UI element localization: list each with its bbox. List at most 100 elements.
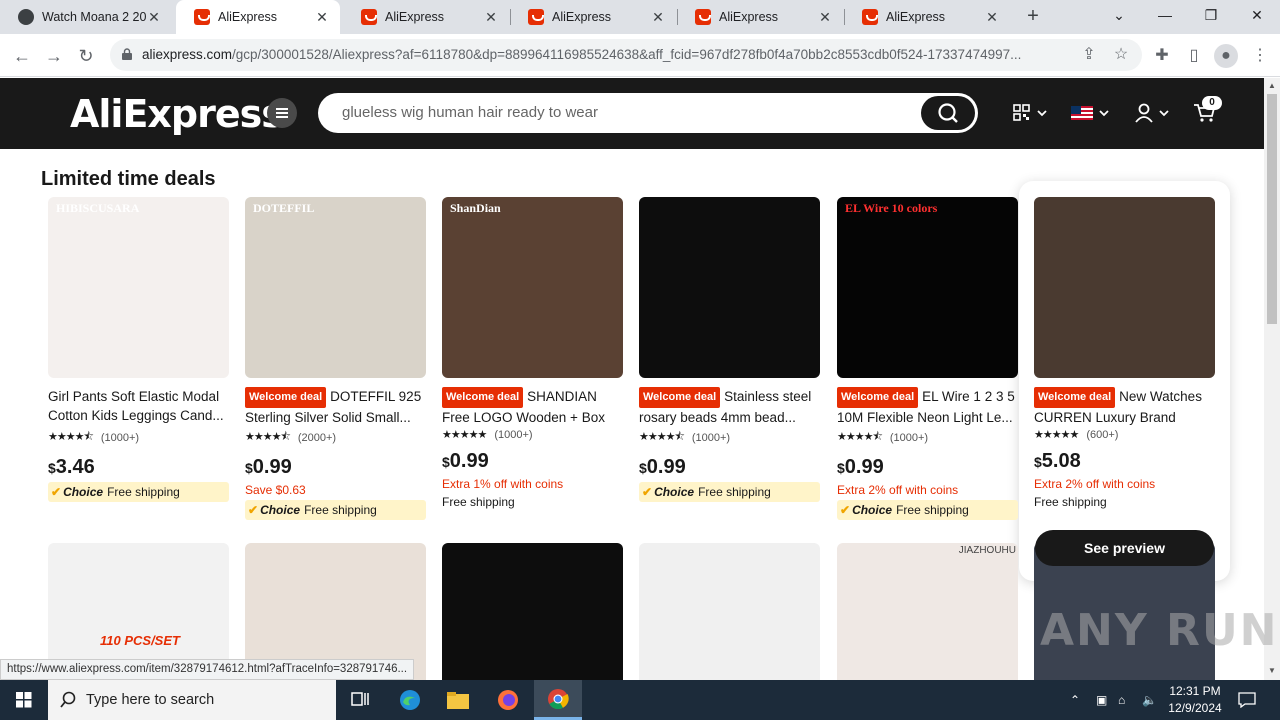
tab-search-chevron-icon[interactable]: ⌄ <box>1096 0 1142 34</box>
system-clock[interactable]: 12:31 PM 12/9/2024 <box>1166 683 1224 717</box>
free-shipping-text: Free shipping <box>442 495 515 509</box>
bookmark-star-icon[interactable]: ☆ <box>1112 46 1130 64</box>
product-price: $0.99 <box>639 456 820 479</box>
product-rating: ★★★★⯪ (1000+) <box>837 428 1018 447</box>
product-image[interactable] <box>1034 197 1215 378</box>
product-image[interactable] <box>639 197 820 378</box>
volume-icon[interactable]: 🔈 <box>1142 680 1157 720</box>
close-tab-icon[interactable]: ✕ <box>984 9 1000 26</box>
product-card[interactable]: JIAZHOUHU <box>837 543 1018 680</box>
notification-center-icon[interactable] <box>1238 680 1256 720</box>
extensions-puzzle-icon[interactable]: ✚ <box>1150 44 1174 68</box>
product-image[interactable]: JIAZHOUHU <box>837 543 1018 680</box>
search-box[interactable]: glueless wig human hair ready to wear <box>318 93 978 133</box>
browser-tab-active[interactable]: AliExpress ✕ <box>176 0 340 34</box>
product-name: Girl Pants Soft Elastic Modal Cotton Kid… <box>48 389 224 423</box>
account-user-icon[interactable] <box>1134 100 1174 126</box>
share-icon[interactable]: ⇪ <box>1080 46 1098 64</box>
product-image-text: 110 PCS/SET <box>100 633 180 648</box>
browser-tab[interactable]: AliExpress ✕ <box>343 0 509 34</box>
product-card[interactable]: Welcome deal Stainless steel rosary beads… <box>639 197 820 502</box>
product-image[interactable]: DOTEFFIL <box>245 197 426 378</box>
browser-tab[interactable]: AliExpress ✕ <box>844 0 1010 34</box>
welcome-deal-badge: Welcome deal <box>442 387 524 408</box>
product-title[interactable]: Welcome deal SHANDIAN Free LOGO Wooden + … <box>442 387 623 425</box>
star-rating-icon: ★★★★⯪ <box>48 431 94 443</box>
start-button[interactable] <box>0 680 48 720</box>
product-card[interactable]: HIBISCUSARA Girl Pants Soft Elastic Moda… <box>48 197 229 502</box>
star-rating-icon: ★★★★⯪ <box>639 431 685 443</box>
side-panel-icon[interactable]: ▯ <box>1182 44 1206 68</box>
hamburger-menu-icon[interactable] <box>267 98 297 128</box>
product-image[interactable] <box>639 543 820 680</box>
product-title[interactable]: Girl Pants Soft Elastic Modal Cotton Kid… <box>48 387 229 425</box>
wifi-icon[interactable]: ⌂ <box>1118 680 1125 720</box>
address-bar[interactable]: aliexpress.com/gcp/300001528/Aliexpress?… <box>110 39 1142 71</box>
restore-icon[interactable]: ❐ <box>1188 0 1234 34</box>
product-card[interactable]: DOTEFFIL Welcome deal DOTEFFIL 925 Sterli… <box>245 197 426 520</box>
product-image[interactable]: EL Wire 10 colors <box>837 197 1018 378</box>
price-currency: $ <box>639 460 647 476</box>
close-tab-icon[interactable]: ✕ <box>146 9 162 26</box>
file-explorer-icon[interactable] <box>434 680 482 720</box>
product-price: $3.46 <box>48 456 229 479</box>
product-card[interactable]: EL Wire 10 colors Welcome deal EL Wire 1 … <box>837 197 1018 520</box>
close-tab-icon[interactable]: ✕ <box>817 9 833 26</box>
show-hidden-icons-chevron-icon[interactable]: ⌃ <box>1070 680 1080 720</box>
scroll-down-arrow-icon[interactable]: ▼ <box>1268 666 1276 675</box>
edge-browser-icon[interactable] <box>386 680 434 720</box>
promo-text: Extra 2% off with coins <box>837 483 959 497</box>
product-card[interactable]: Welcome deal New Watches CURREN Luxury Br… <box>1034 197 1215 509</box>
product-card[interactable] <box>442 543 623 680</box>
close-window-icon[interactable]: ✕ <box>1234 0 1280 34</box>
product-title[interactable]: Welcome deal New Watches CURREN Luxury Br… <box>1034 387 1215 425</box>
product-price: $5.08 <box>1034 450 1215 473</box>
firefox-icon[interactable] <box>484 680 532 720</box>
product-title[interactable]: Welcome deal Stainless steel rosary beads… <box>639 387 820 425</box>
us-flag-icon[interactable] <box>1070 100 1114 126</box>
new-tab-plus-icon[interactable]: + <box>1022 6 1044 28</box>
browser-tab[interactable]: Watch Moana 2 20 ✕ <box>0 0 172 34</box>
close-tab-icon[interactable]: ✕ <box>650 9 666 26</box>
product-title[interactable]: Welcome deal EL Wire 1 2 3 5 10M Flexible… <box>837 387 1018 425</box>
taskbar-search-placeholder: Type here to search <box>86 692 215 708</box>
taskbar-search-box[interactable]: Type here to search <box>48 680 336 720</box>
product-image[interactable]: HIBISCUSARA <box>48 197 229 378</box>
reload-icon[interactable]: ↻ <box>72 42 100 70</box>
product-rating: ★★★★⯪ (1000+) <box>639 428 820 447</box>
qr-code-icon[interactable] <box>1012 100 1052 126</box>
scrollbar-thumb[interactable] <box>1267 94 1277 324</box>
clock-time: 12:31 PM <box>1169 684 1221 698</box>
product-image[interactable] <box>442 543 623 680</box>
chrome-icon[interactable] <box>534 680 582 720</box>
minimize-icon[interactable]: — <box>1142 0 1188 34</box>
product-rating: ★★★★★ (600+) <box>1034 428 1215 442</box>
product-image[interactable]: ShanDian <box>442 197 623 378</box>
scroll-up-arrow-icon[interactable]: ▲ <box>1268 81 1276 90</box>
see-preview-button[interactable]: See preview <box>1035 530 1214 566</box>
product-price: $0.99 <box>245 456 426 479</box>
browser-tab[interactable]: AliExpress ✕ <box>677 0 843 34</box>
task-view-icon[interactable] <box>336 680 384 720</box>
product-card[interactable] <box>639 543 820 680</box>
forward-arrow-icon[interactable]: → <box>40 42 68 70</box>
search-button[interactable] <box>921 96 975 130</box>
choice-shipping-banner: ✔ Choice Free shipping <box>837 500 1018 520</box>
close-tab-icon[interactable]: ✕ <box>483 9 499 26</box>
chrome-menu-icon[interactable]: ⋮ <box>1248 44 1272 68</box>
aliexpress-logo[interactable]: AliExpress <box>70 92 284 136</box>
page-scrollbar[interactable]: ▲ ▼ <box>1264 78 1280 680</box>
shipping-label: Free shipping <box>107 485 180 499</box>
close-tab-icon[interactable]: ✕ <box>314 9 330 26</box>
back-arrow-icon[interactable]: ← <box>8 42 36 70</box>
product-title[interactable]: Welcome deal DOTEFFIL 925 Sterling Silver… <box>245 387 426 425</box>
product-card[interactable]: ShanDian Welcome deal SHANDIAN Free LOGO … <box>442 197 623 509</box>
search-input[interactable]: glueless wig human hair ready to wear <box>342 104 598 121</box>
network-icon[interactable]: ▣ <box>1096 680 1107 720</box>
profile-avatar-icon[interactable]: ● <box>1214 44 1238 68</box>
product-image-brand-text: DOTEFFIL <box>253 201 315 215</box>
aliexpress-header: AliExpress glueless wig human hair ready… <box>0 78 1264 149</box>
welcome-deal-badge: Welcome deal <box>1034 387 1116 408</box>
browser-tab[interactable]: AliExpress ✕ <box>510 0 676 34</box>
star-rating-icon: ★★★★★ <box>442 429 487 441</box>
